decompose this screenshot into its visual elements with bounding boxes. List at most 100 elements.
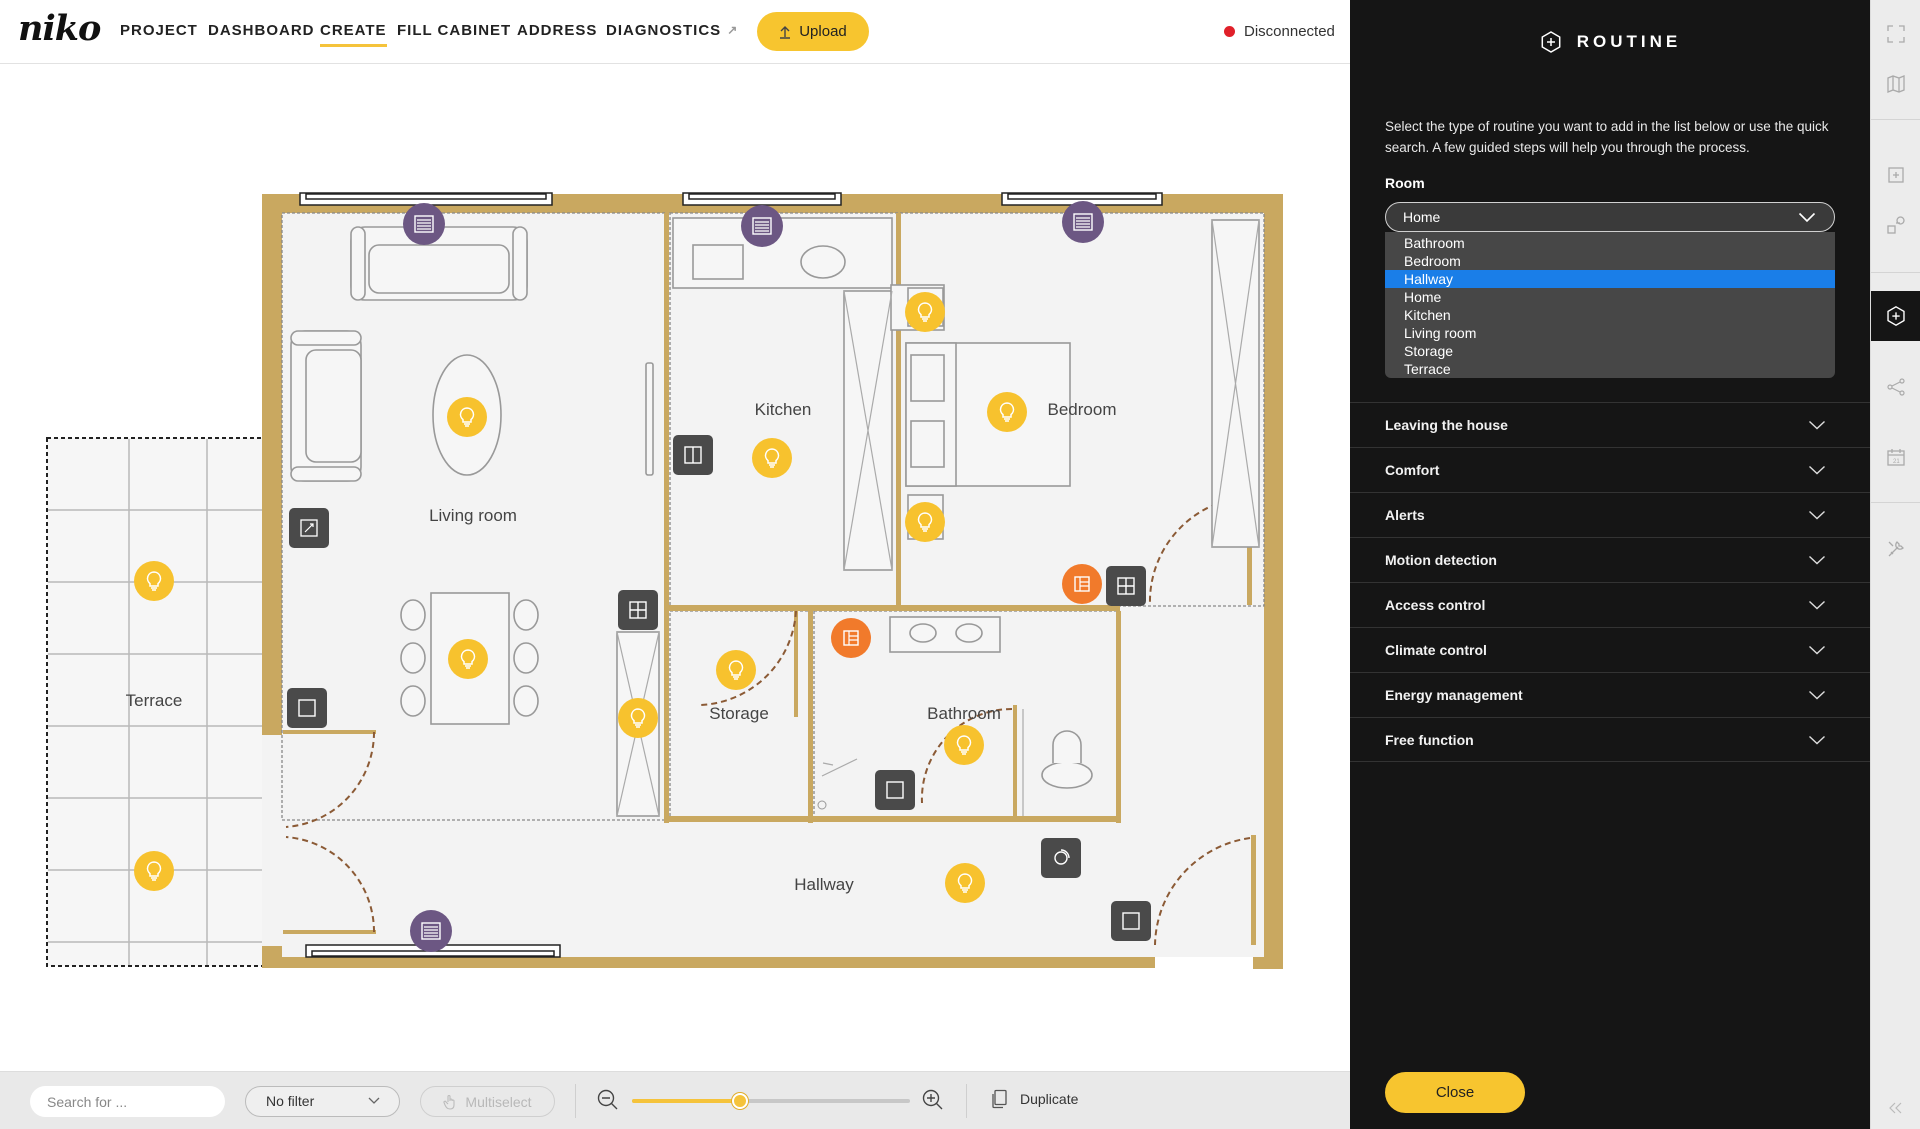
upload-button[interactable]: Upload bbox=[757, 12, 869, 51]
routine-category-list: Leaving the house Comfort Alerts Motion … bbox=[1350, 402, 1870, 762]
light-bulb-icon[interactable] bbox=[447, 397, 487, 437]
light-bulb-icon[interactable] bbox=[987, 392, 1027, 432]
alarm-panel-icon[interactable] bbox=[1062, 564, 1102, 604]
top-bar: niko PROJECT DASHBOARD CREATE FILL CABIN… bbox=[0, 0, 1350, 64]
motion-sensor-icon[interactable] bbox=[1041, 838, 1081, 878]
shutter-icon[interactable] bbox=[403, 203, 445, 245]
light-bulb-icon[interactable] bbox=[618, 698, 658, 738]
fullscreen-icon[interactable] bbox=[1871, 9, 1920, 59]
room-label-bedroom[interactable]: Bedroom bbox=[1048, 400, 1117, 420]
category-label: Alerts bbox=[1385, 507, 1425, 523]
shutter-icon[interactable] bbox=[410, 910, 452, 952]
room-label-kitchen[interactable]: Kitchen bbox=[755, 400, 812, 420]
quad-switch-icon[interactable] bbox=[618, 590, 658, 630]
floorplan-canvas[interactable]: Living room Kitchen Bedroom Terrace Stor… bbox=[0, 65, 1350, 1071]
light-bulb-icon[interactable] bbox=[752, 438, 792, 478]
connections-icon[interactable] bbox=[1871, 362, 1920, 412]
panel-header: ROUTINE bbox=[1350, 30, 1870, 54]
search-input[interactable] bbox=[30, 1086, 225, 1117]
thermostat-icon[interactable] bbox=[289, 508, 329, 548]
light-bulb-icon[interactable] bbox=[905, 502, 945, 542]
shutter-icon[interactable] bbox=[1062, 201, 1104, 243]
category-leaving-the-house[interactable]: Leaving the house bbox=[1350, 402, 1870, 447]
quad-switch-icon[interactable] bbox=[1106, 566, 1146, 606]
room-label-bathroom[interactable]: Bathroom bbox=[927, 704, 1001, 724]
svg-text:21: 21 bbox=[1893, 459, 1900, 465]
single-switch-icon[interactable] bbox=[1111, 901, 1151, 941]
category-access-control[interactable]: Access control bbox=[1350, 582, 1870, 627]
light-bulb-icon[interactable] bbox=[716, 650, 756, 690]
room-label-terrace[interactable]: Terrace bbox=[126, 691, 183, 711]
multiselect-button[interactable]: Multiselect bbox=[420, 1086, 555, 1117]
collapse-panel-icon[interactable] bbox=[1871, 1090, 1920, 1126]
category-label: Climate control bbox=[1385, 642, 1487, 658]
nav-create[interactable]: CREATE bbox=[320, 22, 387, 47]
room-label-living-room[interactable]: Living room bbox=[429, 506, 517, 526]
zoom-slider[interactable] bbox=[632, 1093, 910, 1109]
shapes-icon[interactable] bbox=[1871, 200, 1920, 250]
map-icon[interactable] bbox=[1871, 59, 1920, 109]
light-bulb-icon[interactable] bbox=[905, 292, 945, 332]
chevron-down-icon bbox=[1809, 600, 1825, 610]
category-label: Motion detection bbox=[1385, 552, 1497, 568]
status-dot-icon bbox=[1224, 26, 1235, 37]
light-bulb-icon[interactable] bbox=[134, 561, 174, 601]
external-link-icon: ↗ bbox=[727, 23, 739, 37]
toolbar-divider bbox=[966, 1084, 967, 1118]
routine-icon[interactable] bbox=[1871, 291, 1920, 341]
shutter-icon[interactable] bbox=[741, 205, 783, 247]
room-option-bedroom[interactable]: Bedroom bbox=[1385, 252, 1835, 270]
room-option-kitchen[interactable]: Kitchen bbox=[1385, 306, 1835, 324]
room-dropdown[interactable]: Home bbox=[1385, 202, 1835, 232]
duplicate-button[interactable]: Duplicate bbox=[990, 1089, 1078, 1109]
room-option-home[interactable]: Home bbox=[1385, 288, 1835, 306]
room-option-hallway[interactable]: Hallway bbox=[1385, 270, 1835, 288]
nav-address[interactable]: ADDRESS bbox=[517, 22, 597, 39]
room-label-hallway[interactable]: Hallway bbox=[794, 875, 854, 895]
close-button[interactable]: Close bbox=[1385, 1072, 1525, 1113]
panel-title: ROUTINE bbox=[1576, 32, 1682, 51]
room-option-storage[interactable]: Storage bbox=[1385, 342, 1835, 360]
zoom-in-icon[interactable] bbox=[921, 1088, 945, 1112]
routine-panel: ROUTINE Select the type of routine you w… bbox=[1350, 0, 1870, 1129]
single-switch-icon[interactable] bbox=[287, 688, 327, 728]
light-bulb-icon[interactable] bbox=[944, 725, 984, 765]
room-label-storage[interactable]: Storage bbox=[709, 704, 769, 724]
zoom-out-icon[interactable] bbox=[596, 1088, 620, 1112]
niko-logo[interactable]: niko bbox=[18, 8, 101, 49]
bottom-toolbar: No filter Multiselect Duplicate bbox=[0, 1071, 1350, 1129]
light-bulb-icon[interactable] bbox=[448, 639, 488, 679]
room-field-label: Room bbox=[1385, 175, 1425, 191]
filter-dropdown[interactable]: No filter bbox=[245, 1086, 400, 1117]
chevron-down-icon bbox=[1809, 645, 1825, 655]
nav-fill-cabinet[interactable]: FILL CABINET bbox=[397, 22, 511, 39]
tools-icon[interactable] bbox=[1871, 524, 1920, 574]
category-free-function[interactable]: Free function bbox=[1350, 717, 1870, 762]
category-comfort[interactable]: Comfort bbox=[1350, 447, 1870, 492]
category-climate-control[interactable]: Climate control bbox=[1350, 627, 1870, 672]
category-label: Free function bbox=[1385, 731, 1474, 748]
chevron-down-icon bbox=[1809, 555, 1825, 565]
nav-diagnostics[interactable]: DIAGNOSTICS ↗ bbox=[606, 22, 738, 39]
category-energy-management[interactable]: Energy management bbox=[1350, 672, 1870, 717]
zoom-slider-fill bbox=[632, 1099, 741, 1103]
room-option-living-room[interactable]: Living room bbox=[1385, 324, 1835, 342]
add-device-icon[interactable] bbox=[1871, 150, 1920, 200]
nav-project[interactable]: PROJECT bbox=[120, 22, 198, 39]
room-option-terrace[interactable]: Terrace bbox=[1385, 360, 1835, 378]
double-switch-icon[interactable] bbox=[673, 435, 713, 475]
calendar-icon[interactable]: 21 bbox=[1871, 432, 1920, 482]
light-bulb-icon[interactable] bbox=[134, 851, 174, 891]
chevron-down-icon bbox=[1809, 510, 1825, 520]
alarm-panel-icon[interactable] bbox=[831, 618, 871, 658]
light-bulb-icon[interactable] bbox=[945, 863, 985, 903]
rail-divider bbox=[1871, 119, 1920, 120]
category-alerts[interactable]: Alerts bbox=[1350, 492, 1870, 537]
nav-dashboard[interactable]: DASHBOARD bbox=[208, 22, 315, 39]
room-option-bathroom[interactable]: Bathroom bbox=[1385, 234, 1835, 252]
single-switch-icon[interactable] bbox=[875, 770, 915, 810]
duplicate-label: Duplicate bbox=[1020, 1091, 1079, 1107]
multiselect-label: Multiselect bbox=[465, 1093, 532, 1110]
category-motion-detection[interactable]: Motion detection bbox=[1350, 537, 1870, 582]
zoom-slider-handle[interactable] bbox=[732, 1093, 749, 1109]
